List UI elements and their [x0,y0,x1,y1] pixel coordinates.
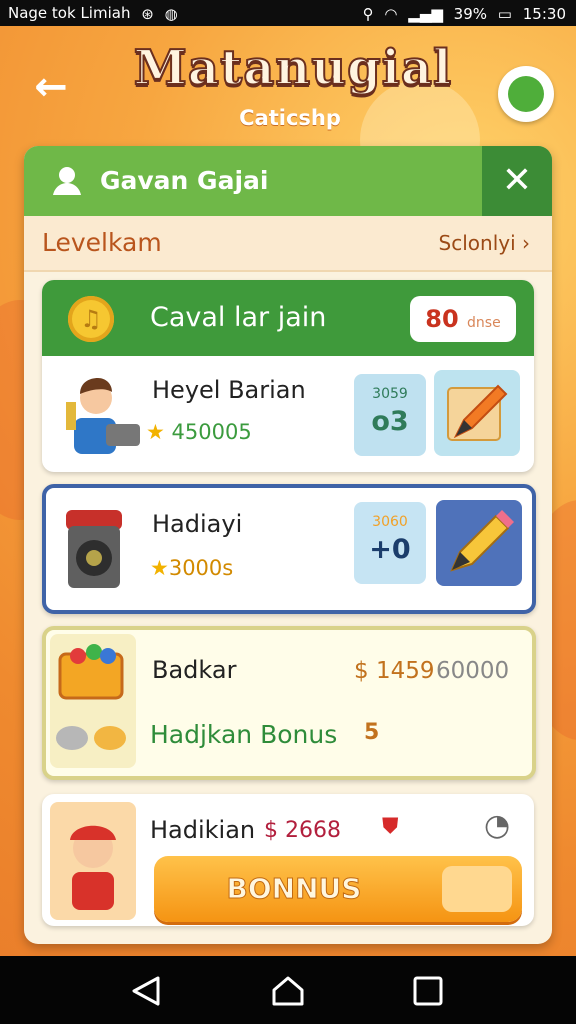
sort-link[interactable]: Sclonlyi › [439,216,530,270]
reward-card[interactable]: Hadikian $ 2668 ⛊ ◔ BONNUS [42,794,534,926]
secondary-price: 60000 [436,658,510,684]
card-header: ♫ Caval lar jain 80 dnse [42,280,534,356]
coin-icon: ♫ [68,296,114,342]
chevron-right-icon: › [522,231,530,255]
sort-label: Sclonlyi [438,231,516,255]
location-icon: ⚲ [362,4,374,23]
boy-avatar [66,378,140,454]
battery-icon: ▭ [497,4,512,23]
top-bar: ← Matanugial Caticshp [0,26,576,146]
pencil-icon [447,384,508,441]
signal-icon: ▂▄▆ [408,4,443,23]
close-icon[interactable]: ✕ [482,146,552,216]
edit-button[interactable] [436,500,522,586]
user-icon [53,167,81,195]
tile-big-value: +0 [369,534,411,565]
pencil-icon [450,510,514,572]
price: $ 1459 [354,658,435,684]
player-name: Heyel Barian [152,376,306,404]
recents-nav-icon[interactable] [410,974,446,1008]
message-notification-icon: ◍ [164,4,178,23]
reward-card[interactable]: Badkar $ 1459 60000 Hadjkan Bonus 5 [42,626,536,780]
android-nav-bar [0,956,576,1024]
bonus-text: Hadjkan Bonus [150,720,338,749]
status-bar: Nage tok Limiah ⊛ ◍ ⚲ ◠ ▂▄▆ 39% ▭ 15:30 [0,0,576,26]
rewards-panel: Gavan Gajai ✕ Levelkam Sclonlyi › ♫ Cava… [24,146,552,944]
card-title: Caval lar jain [150,302,327,333]
item-name: Hadikian [150,816,256,844]
treasure-chest-icon [56,644,126,750]
value-tile: 3059 o3 [354,374,426,456]
battery-percent: 39% [453,4,488,23]
back-arrow-icon[interactable]: ← [26,62,76,112]
bonus-button-label: BONNUS [226,872,362,906]
speaker-icon [66,510,122,588]
item-image [50,634,136,768]
app-title: Matanugial [133,39,453,97]
level-bar: Levelkam Sclonlyi › [24,216,552,272]
timer-icon: ◔ [484,808,511,843]
item-name: Badkar [152,656,237,684]
wifi-icon: ◠ [384,4,398,23]
back-nav-icon[interactable] [128,974,164,1008]
boy-cap-avatar [70,825,116,910]
star-icon: ★ [150,556,169,580]
item-name: Hadiayi [152,510,243,538]
level-label: Levelkam [42,228,162,257]
shield-icon: ⛊ [382,814,399,839]
points: ★ 450005 [146,420,252,444]
reward-card[interactable]: Hadiayi ★3000s 3060 +0 [42,484,536,614]
price: $ 2668 [264,818,341,843]
value-tile: 3060 +0 [354,502,426,584]
points-value: 3000s [168,556,234,580]
reward-card[interactable]: ♫ Caval lar jain 80 dnse Heyel Barian ★ … [42,280,534,472]
points: ★3000s [150,556,233,580]
bonus-mark: 5 [364,720,380,745]
bonus-button[interactable]: BONNUS [154,856,522,922]
carrier-label: Nage tok Limiah [8,4,131,22]
tile-small-value: 3060 [372,514,408,530]
gift-icon [442,866,512,912]
tile-small-value: 3059 [372,386,408,402]
star-icon: ★ [146,420,165,444]
badge-value: 80 [425,305,459,333]
panel-header: Gavan Gajai ✕ [24,146,552,216]
tile-big-value: o3 [371,406,409,437]
app-notification-icon: ⊛ [141,4,154,23]
app-subtitle: Caticshp [239,106,341,130]
chat-icon [508,76,544,112]
clock: 15:30 [522,4,566,23]
home-nav-icon[interactable] [270,974,306,1008]
points-value: 450005 [171,420,252,444]
edit-button[interactable] [434,370,520,456]
chat-button[interactable] [498,66,554,122]
count-badge: 80 dnse [410,296,516,342]
panel-title: Gavan Gajai [100,166,269,195]
item-image [50,802,136,920]
badge-unit: dnse [467,315,501,331]
